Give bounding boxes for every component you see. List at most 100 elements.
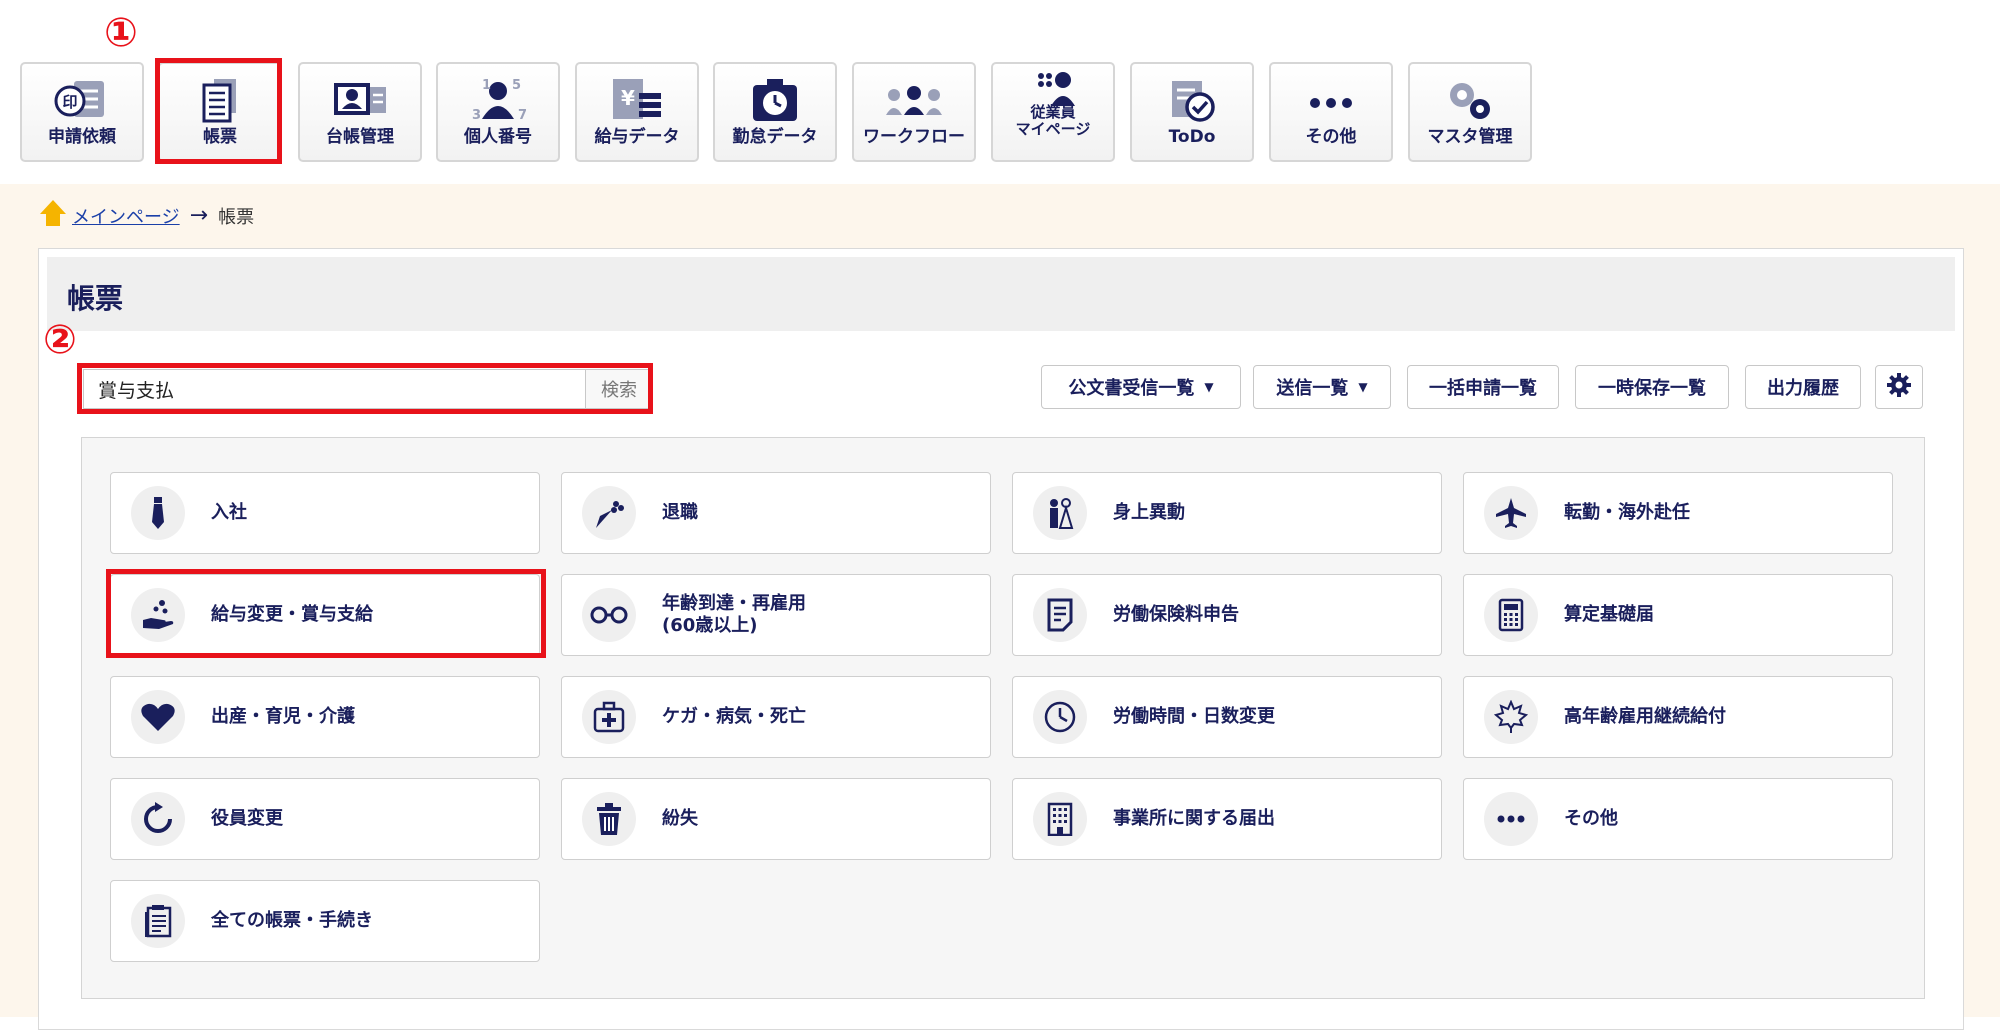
- more-dots-icon: [1484, 792, 1538, 846]
- employee-mypage-icon: [1023, 68, 1083, 108]
- category-label: 転勤・海外赴任: [1564, 502, 1690, 523]
- nav-label: 申請依頼: [48, 127, 116, 147]
- category-label: 労働時間・日数変更: [1113, 706, 1275, 727]
- forms-panel: 帳票 ② 検索 公文書受信一覧 ▼ 送信一覧 ▼ 一括申請一覧 一時保存一覧 出…: [38, 248, 1964, 1030]
- category-card-retirement[interactable]: 退職: [561, 472, 991, 554]
- nav-master-management[interactable]: マスタ管理: [1408, 62, 1532, 162]
- stamp-document-icon: 印: [52, 72, 112, 128]
- category-label: その他: [1564, 808, 1618, 829]
- caret-down-icon: ▼: [1204, 380, 1214, 394]
- category-card-hire[interactable]: 入社: [110, 472, 540, 554]
- ledger-icon: [330, 72, 390, 128]
- refresh-icon: [131, 792, 185, 846]
- nav-employee-mypage[interactable]: 従業員 マイページ: [991, 62, 1115, 162]
- sent-list-label: 送信一覧: [1276, 378, 1349, 399]
- category-label: 高年齢雇用継続給付: [1564, 706, 1726, 727]
- breadcrumb-home-link[interactable]: メインページ: [72, 203, 180, 229]
- glasses-icon: [582, 588, 636, 642]
- panel-header: 帳票: [47, 257, 1955, 331]
- main-content: メインページ → 帳票 帳票 ② 検索 公文書受信一覧 ▼ 送信一覧 ▼ 一括申…: [0, 184, 2000, 1030]
- received-docs-dropdown[interactable]: 公文書受信一覧 ▼: [1041, 365, 1241, 409]
- necktie-icon: [131, 486, 185, 540]
- category-card-work-hours[interactable]: 労働時間・日数変更: [1012, 676, 1442, 758]
- category-label: 事業所に関する届出: [1113, 808, 1275, 829]
- category-card-injury-illness[interactable]: ケガ・病気・死亡: [561, 676, 991, 758]
- highlight-frame-nav-forms: [155, 58, 282, 164]
- category-label: 算定基礎届: [1564, 604, 1654, 625]
- document-lines-icon: [1033, 588, 1087, 642]
- bouquet-icon: [582, 486, 636, 540]
- nav-request[interactable]: 印 申請依頼: [20, 62, 144, 162]
- nav-other[interactable]: その他: [1269, 62, 1393, 162]
- svg-text:7: 7: [518, 108, 527, 123]
- category-card-transfer[interactable]: 転勤・海外赴任: [1463, 472, 1893, 554]
- gears-icon: [1440, 72, 1500, 128]
- category-label: 身上異動: [1113, 502, 1185, 523]
- highlight-frame-search: [77, 363, 653, 414]
- nav-ledger[interactable]: 台帳管理: [298, 62, 422, 162]
- maple-leaf-icon: [1484, 690, 1538, 744]
- category-card-childbirth-care[interactable]: 出産・育児・介護: [110, 676, 540, 758]
- nav-attendance-data[interactable]: 勤怠データ: [713, 62, 837, 162]
- svg-text:¥: ¥: [621, 86, 635, 110]
- settings-button[interactable]: [1875, 365, 1923, 409]
- clock-icon: [1033, 690, 1087, 744]
- svg-text:5: 5: [512, 78, 521, 93]
- output-history-button[interactable]: 出力履歴: [1745, 365, 1861, 409]
- category-card-age-reemployment[interactable]: 年齢到達・再雇用 (60歳以上): [561, 574, 991, 656]
- workflow-people-icon: [884, 72, 944, 128]
- wedding-couple-icon: [1033, 486, 1087, 540]
- breadcrumb-current: 帳票: [218, 206, 255, 228]
- todo-check-icon: [1162, 72, 1222, 128]
- nav-personal-number[interactable]: 1537 個人番号: [436, 62, 560, 162]
- bulk-list-button[interactable]: 一括申請一覧: [1407, 365, 1559, 409]
- nav-label: ToDo: [1168, 127, 1216, 147]
- nav-label: その他: [1305, 127, 1357, 147]
- category-label: 全ての帳票・手続き: [211, 910, 373, 931]
- category-grid: 入社 退職 身上異動 転勤・海外赴任 給与変更・賞与支給 年齢到達・再雇用 (6…: [81, 437, 1925, 999]
- home-icon: [38, 198, 68, 233]
- caret-down-icon: ▼: [1358, 380, 1368, 394]
- svg-text:3: 3: [472, 108, 481, 123]
- nav-label: 勤怠データ: [732, 127, 818, 147]
- category-card-office-notice[interactable]: 事業所に関する届出: [1012, 778, 1442, 860]
- page-title: 帳票: [67, 282, 124, 315]
- category-card-all-forms[interactable]: 全ての帳票・手続き: [110, 880, 540, 962]
- svg-text:印: 印: [62, 93, 77, 111]
- airplane-icon: [1484, 486, 1538, 540]
- category-card-base-calculation[interactable]: 算定基礎届: [1463, 574, 1893, 656]
- attendance-clock-icon: [745, 72, 805, 128]
- category-label: 退職: [662, 502, 698, 523]
- category-card-officer-change[interactable]: 役員変更: [110, 778, 540, 860]
- building-icon: [1033, 792, 1087, 846]
- category-card-elderly-employment[interactable]: 高年齢雇用継続給付: [1463, 676, 1893, 758]
- nav-label: 従業員 マイページ: [1015, 103, 1091, 138]
- documents-stack-icon: [131, 894, 185, 948]
- first-aid-kit-icon: [582, 690, 636, 744]
- temp-saved-button[interactable]: 一時保存一覧: [1575, 365, 1729, 409]
- category-card-labor-insurance[interactable]: 労働保険料申告: [1012, 574, 1442, 656]
- category-label: 労働保険料申告: [1113, 604, 1239, 625]
- nav-label: 給与データ: [594, 127, 680, 147]
- nav-todo[interactable]: ToDo: [1130, 62, 1254, 162]
- nav-label: マスタ管理: [1427, 127, 1513, 147]
- category-label: 年齢到達・再雇用 (60歳以上): [662, 593, 806, 636]
- sent-list-dropdown[interactable]: 送信一覧 ▼: [1253, 365, 1391, 409]
- received-docs-label: 公文書受信一覧: [1068, 378, 1195, 399]
- marker-2: ②: [43, 317, 77, 363]
- category-card-lost[interactable]: 紛失: [561, 778, 991, 860]
- nav-salary-data[interactable]: ¥ 給与データ: [575, 62, 699, 162]
- category-card-personal-change[interactable]: 身上異動: [1012, 472, 1442, 554]
- category-label: ケガ・病気・死亡: [662, 706, 806, 727]
- more-dots-icon: [1301, 72, 1361, 128]
- gear-icon: [1886, 372, 1912, 403]
- category-card-other[interactable]: その他: [1463, 778, 1893, 860]
- trash-icon: [582, 792, 636, 846]
- category-label: 出産・育児・介護: [211, 706, 355, 727]
- category-label: 役員変更: [211, 808, 283, 829]
- nav-workflow[interactable]: ワークフロー: [852, 62, 976, 162]
- top-navigation: 印 申請依頼 帳票 台帳管理 1537 個人番号 ¥ 給与データ 勤怠データ ワ…: [0, 0, 2000, 184]
- marker-1: ①: [104, 10, 138, 56]
- highlight-frame-salary-bonus: [106, 569, 546, 658]
- nav-label: 個人番号: [464, 127, 532, 147]
